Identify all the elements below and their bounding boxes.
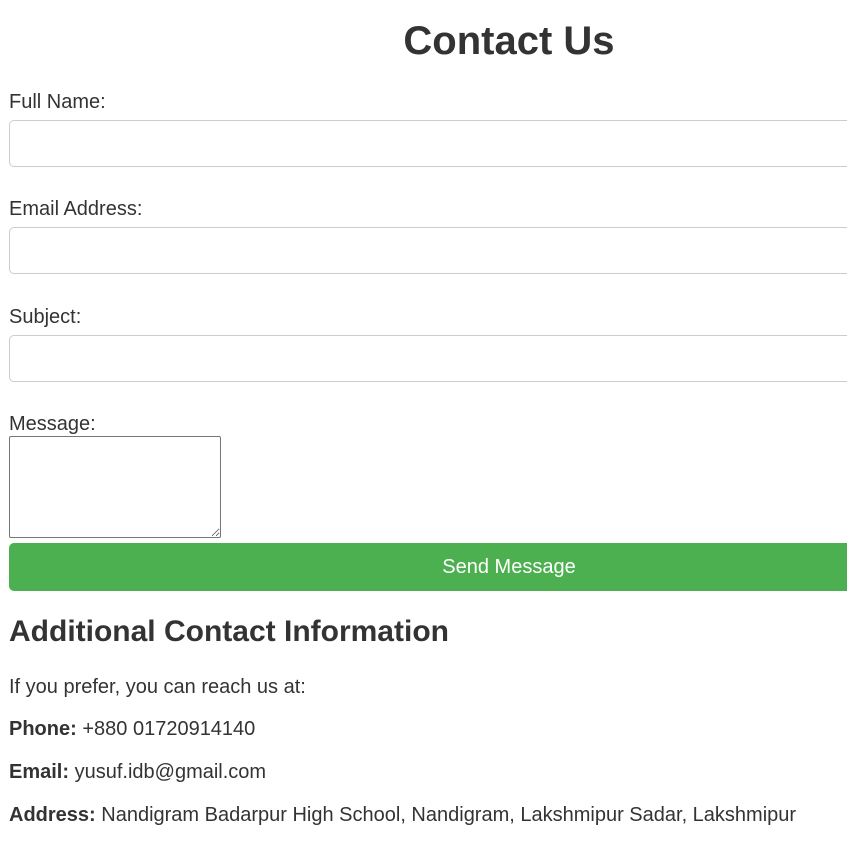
phone-value: +880 01720914140 xyxy=(82,718,256,740)
address-line: Address: Nandigram Badarpur High School,… xyxy=(9,803,796,827)
email-input[interactable] xyxy=(9,227,847,274)
additional-contact-heading: Additional Contact Information xyxy=(9,615,449,648)
phone-line: Phone: +880 01720914140 xyxy=(9,717,255,741)
subject-label: Subject: xyxy=(9,306,82,328)
contact-page: Contact Us Full Name: Email Address: Sub… xyxy=(0,0,847,847)
page-title: Contact Us xyxy=(403,19,615,63)
contact-intro-text: If you prefer, you can reach us at: xyxy=(9,676,306,698)
email-info-value: yusuf.idb@gmail.com xyxy=(74,761,267,783)
phone-label: Phone: xyxy=(9,718,77,740)
message-label: Message: xyxy=(9,413,96,435)
email-label: Email Address: xyxy=(9,198,143,220)
subject-input[interactable] xyxy=(9,335,847,382)
message-textarea[interactable] xyxy=(9,436,221,538)
full-name-label: Full Name: xyxy=(9,91,106,113)
send-message-button[interactable]: Send Message xyxy=(9,543,847,591)
address-value: Nandigram Badarpur High School, Nandigra… xyxy=(101,804,797,826)
email-line: Email: yusuf.idb@gmail.com xyxy=(9,760,266,784)
address-label: Address: xyxy=(9,804,96,826)
email-info-label: Email: xyxy=(9,761,70,783)
full-name-input[interactable] xyxy=(9,120,847,167)
